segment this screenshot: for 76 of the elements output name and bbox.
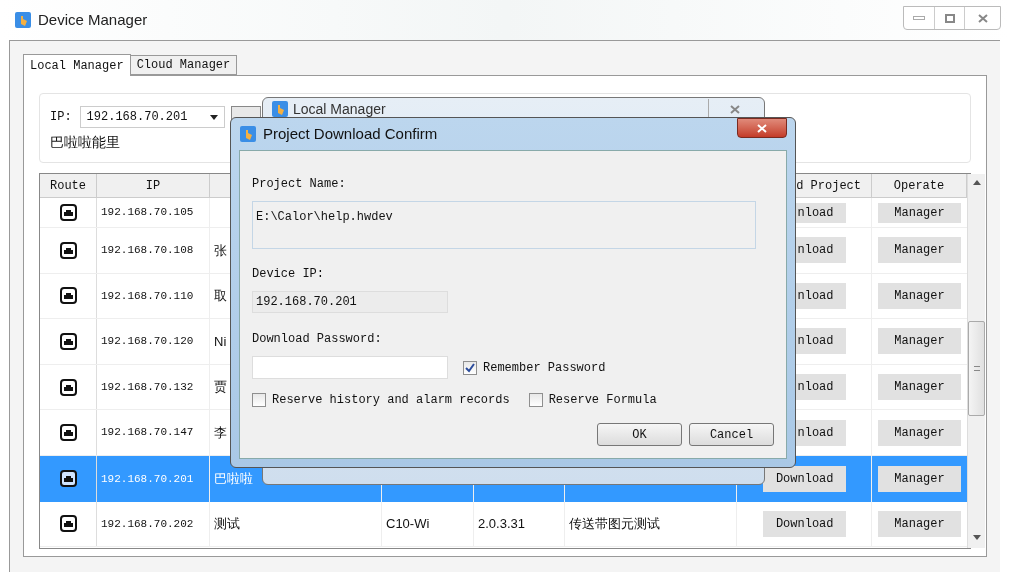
password-field[interactable] (252, 356, 448, 379)
app-icon (271, 100, 289, 118)
field-label: Download Password: (252, 331, 383, 348)
table-cell-text: 2.0.3.31 (478, 515, 525, 534)
table-cell-text: 传送带图元测试 (569, 515, 660, 534)
ethernet-port-icon (59, 515, 77, 533)
scroll-thumb[interactable] (968, 321, 985, 416)
manager-button[interactable]: Manager (878, 282, 961, 309)
table-cell-text: 192.168.70.105 (101, 205, 194, 221)
table-cell-text: 李 (214, 423, 227, 442)
checkbox-label: Reserve Formula (548, 392, 657, 409)
table-cell-text: 192.168.70.201 (101, 471, 194, 487)
table-cell-text: 贾 (214, 378, 227, 397)
ethernet-port-icon (59, 287, 77, 305)
scroll-down-icon (972, 535, 981, 540)
checkbox[interactable] (252, 393, 266, 407)
ethernet-port-icon (59, 204, 77, 221)
table-cell-text: 192.168.70.132 (101, 379, 194, 395)
table-cell-text: 巴啦啦 (214, 470, 253, 488)
checkmark-icon (465, 362, 475, 373)
column-header: Route (50, 177, 86, 195)
device-name: 巴啦啦能里 (50, 133, 120, 152)
device-ip-field[interactable]: 192.168.70.201 (252, 291, 448, 313)
table-cell-text: 192.168.70.110 (101, 288, 194, 304)
table-cell-text: C10-Wi (386, 515, 430, 534)
close-icon (757, 123, 767, 133)
table-cell-text: 测试 (214, 515, 240, 534)
table-cell-text: 张 (214, 241, 227, 260)
close-icon (977, 13, 988, 23)
checkbox-label: Remember Password (483, 359, 606, 377)
table-cell-text: 192.168.70.108 (101, 243, 194, 259)
ip-label: IP: (50, 109, 72, 126)
dialog-button[interactable]: OK (597, 423, 682, 446)
tab[interactable]: Cloud Manager (130, 55, 238, 75)
ethernet-port-icon (59, 378, 77, 396)
download-button[interactable]: Download (762, 465, 846, 492)
column-header: Operate (893, 177, 945, 195)
manager-button[interactable]: Manager (878, 237, 961, 264)
manager-button[interactable]: Manager (878, 419, 961, 446)
ip-dropdown[interactable]: 192.168.70.201 (79, 106, 225, 128)
table-cell-text: 192.168.70.202 (101, 516, 194, 532)
close-icon (729, 104, 740, 114)
checkbox-label: Reserve history and alarm records (272, 392, 510, 409)
dialog-title: Project Download Confirm (263, 123, 438, 144)
table-cell-text: Ni (214, 332, 227, 351)
dialog-title: Local Manager (293, 99, 386, 119)
checkbox[interactable] (463, 360, 477, 375)
table-row[interactable]: 192.168.70.202 测试 C10-Wi 2.0.3.31 传送带图元测试 Download Manager (40, 501, 967, 548)
tab[interactable]: Local Manager (23, 54, 131, 76)
window-title: Device Manager (38, 9, 148, 30)
app-icon (239, 125, 257, 143)
table-cell-text: 取 (214, 287, 227, 306)
field-label: Project Name: (252, 176, 347, 193)
field-label: Device IP: (252, 266, 325, 283)
column-header: d Project (796, 177, 861, 195)
app-icon (14, 11, 32, 29)
ethernet-port-icon (59, 424, 77, 442)
ethernet-port-icon (59, 241, 77, 259)
download-button[interactable]: Download (762, 510, 846, 537)
manager-button[interactable]: Manager (878, 202, 961, 223)
scrollbar[interactable] (967, 174, 985, 548)
scroll-up-icon (972, 180, 981, 185)
manager-button[interactable]: Manager (878, 510, 961, 537)
ethernet-port-icon (59, 333, 77, 350)
column-header: IP (145, 177, 161, 195)
dialog-button[interactable]: Cancel (689, 423, 774, 446)
table-cell-text: 192.168.70.120 (101, 334, 194, 350)
manager-button[interactable]: Manager (878, 374, 961, 401)
project-name-field[interactable]: E:\Calor\help.hwdev (252, 201, 756, 249)
table-cell-text: 192.168.70.147 (101, 425, 194, 441)
manager-button[interactable]: Manager (878, 465, 961, 492)
ethernet-port-icon (59, 470, 77, 488)
caret-icon (209, 114, 218, 120)
manager-button[interactable]: Manager (878, 328, 961, 355)
checkbox[interactable] (528, 393, 543, 407)
close-button[interactable] (737, 118, 787, 138)
